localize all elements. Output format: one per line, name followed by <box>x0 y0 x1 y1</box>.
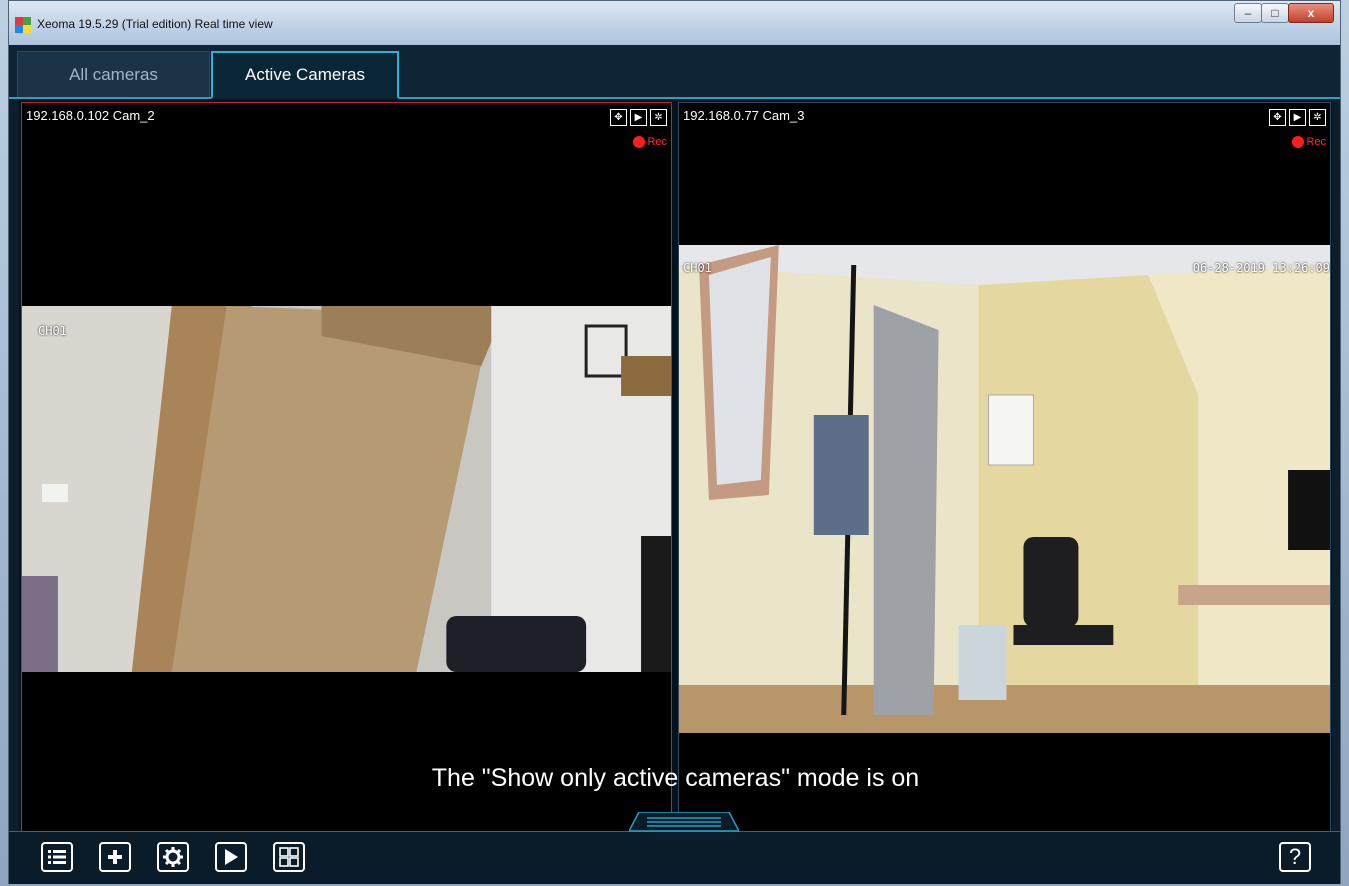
layout-button[interactable] <box>273 842 305 872</box>
rec-dot-icon <box>633 136 646 148</box>
layout-grid-icon <box>279 847 299 867</box>
channel-overlay: CH01 <box>683 261 712 275</box>
camera-label: 192.168.0.102 Cam_2 <box>26 108 155 123</box>
ptz-move-icon[interactable]: ✥ <box>610 109 627 126</box>
play-icon[interactable]: ▶ <box>630 109 647 126</box>
play-archive-button[interactable] <box>215 842 247 872</box>
maximize-button[interactable]: □ <box>1261 3 1289 23</box>
tab-active-cameras[interactable]: Active Cameras <box>211 51 399 99</box>
channel-overlay: CH01 <box>38 324 67 338</box>
recording-indicator: Rec <box>633 136 667 148</box>
camera-grid: 192.168.0.102 Cam_2 ✥ ▶ ✲ Rec CH01 192.1… <box>19 99 1332 878</box>
camera-view-cam3[interactable]: 192.168.0.77 Cam_3 ✥ ▶ ✲ Rec CH01 06-28-… <box>678 102 1331 878</box>
add-icon <box>108 850 122 864</box>
minimize-button[interactable]: – <box>1234 3 1262 23</box>
camera-feed-image: CH01 06-28-2019 13:26:09 <box>679 245 1330 733</box>
bottom-toolbar: ? <box>9 812 1340 884</box>
rec-dot-icon <box>1292 136 1305 148</box>
window-controls: – □ x <box>1234 3 1334 23</box>
app-window: Xeoma 19.5.29 (Trial edition) Real time … <box>8 0 1341 884</box>
recording-indicator: Rec <box>1292 136 1326 148</box>
datetime-overlay: 06-28-2019 13:26:09 <box>1192 261 1330 275</box>
xeoma-app-icon <box>15 17 31 33</box>
play-icon <box>225 849 238 865</box>
ptz-move-icon[interactable]: ✥ <box>1269 109 1286 126</box>
camera-view-cam2[interactable]: 192.168.0.102 Cam_2 ✥ ▶ ✲ Rec CH01 <box>21 102 672 878</box>
camera-label: 192.168.0.77 Cam_3 <box>683 108 805 123</box>
help-button[interactable]: ? <box>1279 842 1311 872</box>
settings-icon <box>163 847 183 867</box>
tab-strip: All cameras Active Cameras <box>9 45 1340 99</box>
list-icon <box>48 850 66 864</box>
rec-label: Rec <box>647 136 667 148</box>
feed-picture <box>679 245 1330 733</box>
settings-button[interactable] <box>157 842 189 872</box>
close-button[interactable]: x <box>1288 3 1334 23</box>
camera-list-button[interactable] <box>41 842 73 872</box>
tab-all-cameras[interactable]: All cameras <box>17 51 210 97</box>
feed-picture <box>22 306 671 672</box>
gear-icon[interactable]: ✲ <box>650 109 667 126</box>
rec-label: Rec <box>1306 136 1326 148</box>
add-camera-button[interactable] <box>99 842 131 872</box>
title-bar[interactable]: Xeoma 19.5.29 (Trial edition) Real time … <box>9 1 1340 46</box>
camera-tools: ✥ ▶ ✲ <box>610 109 667 126</box>
camera-feed-image: CH01 <box>22 306 671 672</box>
status-message: The "Show only active cameras" mode is o… <box>431 764 920 792</box>
window-title: Xeoma 19.5.29 (Trial edition) Real time … <box>37 17 273 31</box>
camera-tools: ✥ ▶ ✲ <box>1269 109 1326 126</box>
play-icon[interactable]: ▶ <box>1289 109 1306 126</box>
panel-handle-icon[interactable] <box>629 812 739 832</box>
gear-icon[interactable]: ✲ <box>1309 109 1326 126</box>
